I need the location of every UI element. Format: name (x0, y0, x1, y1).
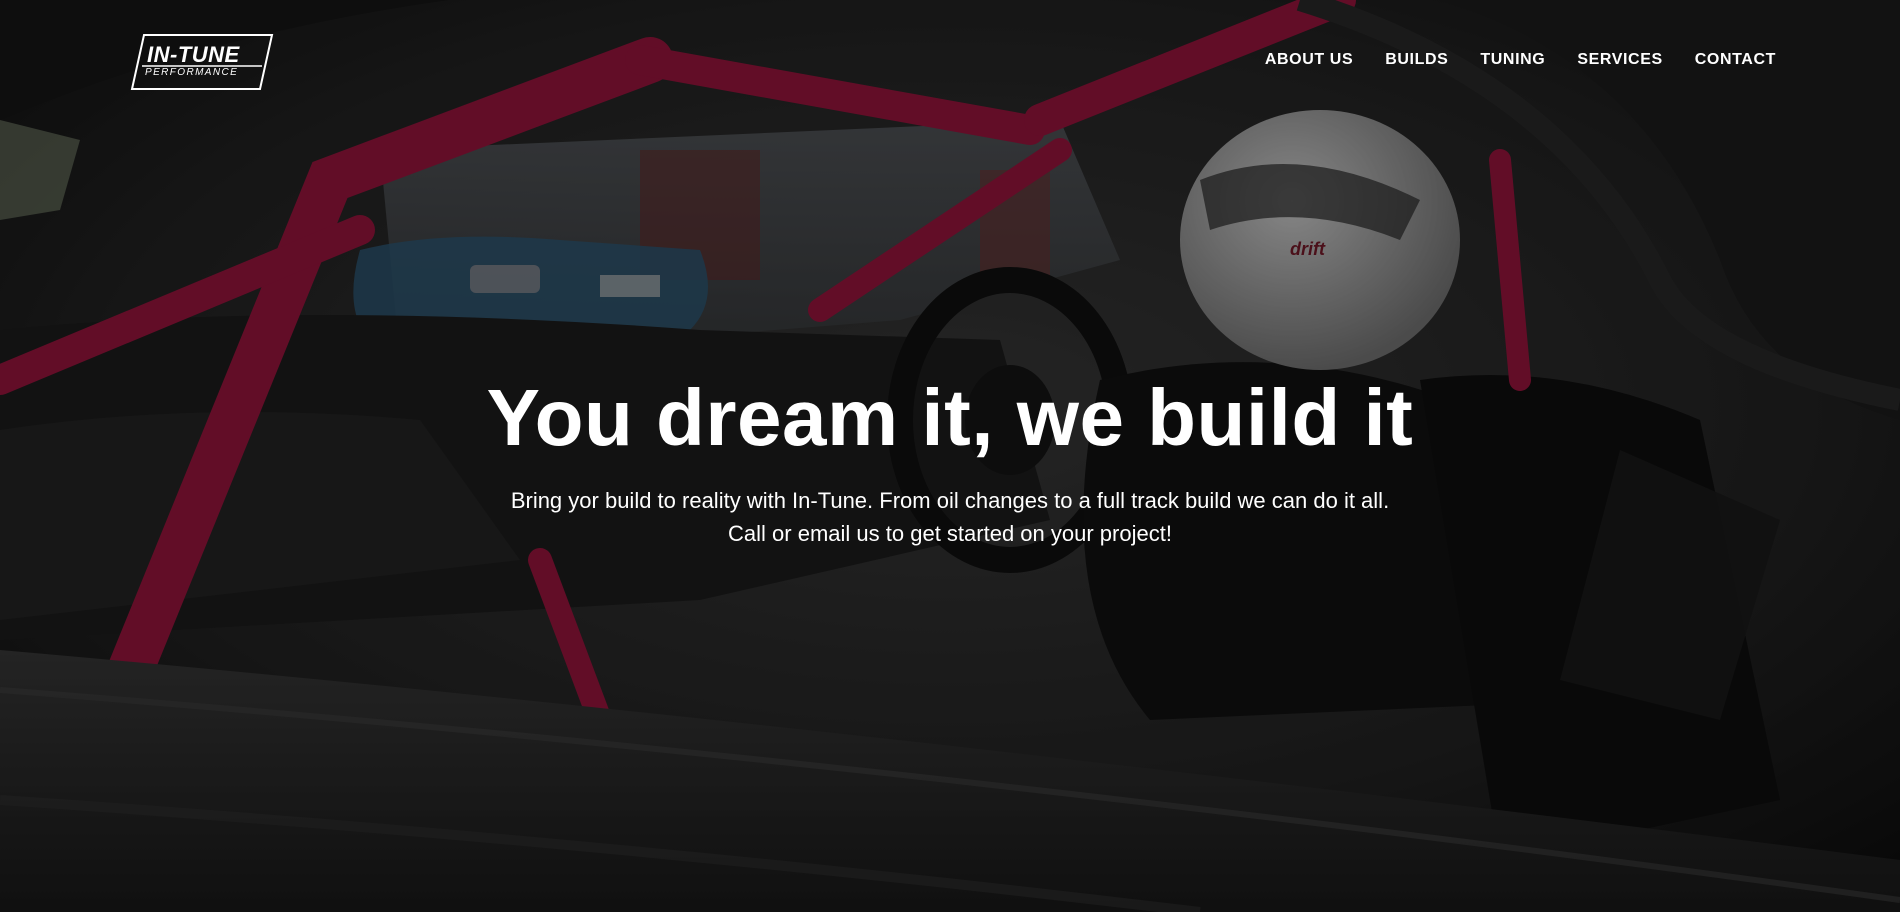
hero-section: drift IN-TUNE PERFORMANCE ABOUT US BUILD… (0, 0, 1900, 912)
hero-title: You dream it, we build it (486, 373, 1414, 462)
hero-content: You dream it, we build it Bring yor buil… (450, 370, 1450, 550)
nav-item-about-us[interactable]: ABOUT US (1249, 48, 1369, 72)
main-nav: ABOUT US BUILDS TUNING SERVICES CONTACT (1249, 48, 1792, 72)
hero-subtitle-line-1: Bring yor build to reality with In-Tune.… (510, 488, 1390, 513)
hero-subtitle-line-2: Call or email us to get started on your … (728, 521, 1172, 546)
nav-item-builds[interactable]: BUILDS (1369, 48, 1464, 72)
nav-item-tuning[interactable]: TUNING (1464, 48, 1561, 72)
hero-subtitle: Bring yor build to reality with In-Tune.… (500, 484, 1400, 550)
nav-item-contact[interactable]: CONTACT (1679, 48, 1792, 72)
nav-item-services[interactable]: SERVICES (1561, 48, 1678, 72)
brand-tagline: PERFORMANCE (145, 67, 239, 78)
site-header: IN-TUNE PERFORMANCE ABOUT US BUILDS TUNI… (0, 0, 1900, 120)
brand-logo[interactable]: IN-TUNE PERFORMANCE (130, 33, 274, 91)
brand-name: IN-TUNE (147, 42, 240, 67)
